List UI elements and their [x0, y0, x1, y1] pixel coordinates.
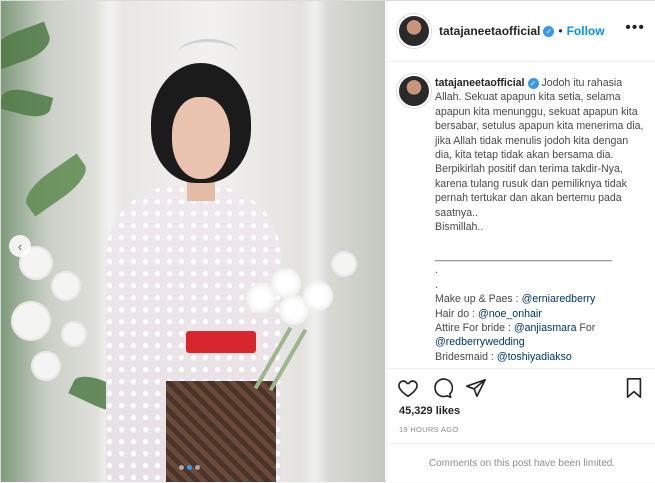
rose: [271, 268, 301, 298]
username-link[interactable]: tatajaneetaofficial: [439, 24, 540, 38]
carousel-dot: [179, 465, 184, 470]
post-dialog: ‹ tatajaneetaofficial ✓ • Follow ••• tat…: [0, 0, 655, 482]
mention-link[interactable]: @redberrywedding: [435, 336, 525, 348]
background-flower: [61, 321, 87, 347]
post-side-panel: tatajaneetaofficial ✓ • Follow ••• tataj…: [386, 1, 655, 482]
action-bar: [387, 368, 655, 409]
caption-line: Bismillah..: [435, 221, 484, 234]
carousel-dots: [179, 465, 200, 470]
mention-link[interactable]: @toshiyadiakso: [497, 351, 572, 363]
bridal-crown: [178, 39, 238, 68]
caption-avatar[interactable]: [397, 74, 431, 108]
mention-link[interactable]: @anjiasmara: [514, 322, 577, 334]
post-photo[interactable]: ‹: [1, 1, 385, 482]
caption-line: Bridesmaid : @toshiyadiakso: [435, 350, 572, 363]
caption-line: Hair do : @noe_onhair: [435, 307, 542, 320]
verified-badge-icon: ✓: [543, 25, 555, 37]
bookmark-icon[interactable]: [623, 377, 645, 399]
caption-text: tatajaneetaofficial ✓ Jodoh itu rahasia A…: [435, 76, 647, 364]
comment-icon[interactable]: [431, 377, 453, 399]
mention-link[interactable]: @erniaredberry: [522, 293, 596, 305]
previous-photo-button[interactable]: ‹: [9, 235, 31, 257]
caption-line: Make up & Paes : @erniaredberry: [435, 293, 596, 306]
post-timestamp[interactable]: 19 HOURS AGO: [399, 425, 458, 434]
comments-limited-notice: Comments on this post have been limited.: [387, 443, 655, 483]
caption-username[interactable]: tatajaneetaofficial: [435, 77, 525, 89]
more-options-icon[interactable]: •••: [625, 19, 645, 37]
bouquet: [241, 263, 351, 392]
carousel-dot: [195, 465, 200, 470]
caption-line: Attire For bride : @anjiasmara For @redb…: [435, 321, 599, 349]
caption-line: Berpikirlah positif dan terima takdir-Ny…: [435, 163, 630, 219]
chevron-left-icon: ‹: [17, 238, 23, 254]
separator-dot: •: [558, 24, 563, 38]
heart-icon[interactable]: [397, 377, 419, 399]
background-leaf: [1, 84, 54, 122]
verified-badge-icon: ✓: [527, 77, 539, 89]
avatar[interactable]: [397, 14, 431, 48]
caption-area[interactable]: tatajaneetaofficial ✓ Jodoh itu rahasia A…: [387, 62, 655, 368]
share-icon[interactable]: [465, 377, 487, 399]
curtain-highlight: [301, 1, 329, 482]
face: [172, 97, 230, 179]
follow-button[interactable]: Follow: [567, 24, 605, 38]
mention-link[interactable]: @noe_onhair: [478, 308, 542, 320]
carousel-dot-active: [187, 465, 192, 470]
caption-line: ______________________________: [435, 249, 612, 262]
background-leaf: [1, 21, 55, 71]
post-header: tatajaneetaofficial ✓ • Follow •••: [387, 1, 655, 62]
background-flower: [11, 301, 51, 341]
background-flower: [31, 351, 61, 381]
caption-line: Jodoh itu rahasia Allah. Sekuat apapun k…: [435, 77, 647, 162]
caption-line: .: [435, 278, 438, 291]
background-leaf: [19, 153, 93, 217]
rose: [303, 281, 333, 311]
caption-line: .: [435, 264, 438, 277]
background-flower: [51, 271, 81, 301]
likes-count[interactable]: 45,329 likes: [399, 405, 460, 417]
